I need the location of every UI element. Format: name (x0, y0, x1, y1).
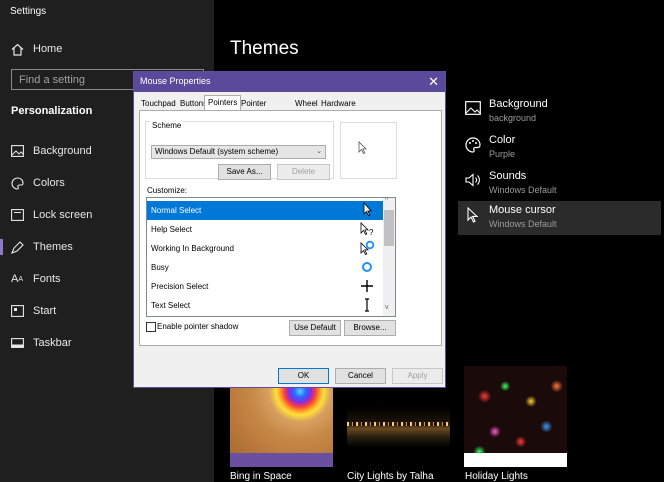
option-subtitle: Windows Default (489, 219, 557, 229)
start-icon (10, 304, 24, 318)
nav-home-label: Home (33, 43, 63, 55)
palette-icon (465, 137, 481, 153)
customize-label: Customize: (147, 186, 188, 195)
list-item-label: Working In Background (151, 244, 235, 253)
home-icon (10, 42, 24, 56)
list-item[interactable]: Help Select ? (147, 220, 383, 239)
page-title: Themes (230, 38, 299, 59)
option-title: Background (489, 98, 548, 110)
themes-icon (10, 240, 24, 254)
sidebar-item-label: Lock screen (33, 209, 93, 221)
image-icon (10, 144, 24, 158)
section-title: Personalization (11, 105, 93, 117)
tab-pointers[interactable]: Pointers (204, 95, 242, 110)
list-item-label: Normal Select (151, 206, 202, 215)
arrow-cursor-icon (363, 202, 372, 217)
option-subtitle: Purple (489, 149, 516, 159)
list-item[interactable]: Precision Select (147, 277, 383, 296)
option-title: Sounds (489, 170, 527, 182)
cancel-button[interactable]: Cancel (335, 368, 386, 384)
scrollbar-thumb[interactable] (384, 210, 394, 246)
theme-thumbnail-holiday-lights[interactable] (464, 366, 567, 467)
app-title: Settings (10, 6, 47, 17)
sidebar-item-label: Background (33, 145, 92, 157)
close-icon[interactable]: ✕ (428, 74, 439, 90)
list-item-label: Help Select (151, 225, 192, 234)
theme-label: City Lights by Talha (347, 471, 434, 482)
chevron-down-icon: ⌄ (316, 148, 322, 155)
save-as-button[interactable]: Save As... (218, 164, 271, 180)
apply-button[interactable]: Apply (392, 368, 443, 384)
theme-color-bar (347, 453, 450, 467)
scheme-label: Scheme (150, 121, 184, 130)
sidebar-item-label: Fonts (33, 273, 61, 285)
pointer-shadow-checkbox[interactable] (146, 322, 156, 332)
search-placeholder: Find a setting (19, 74, 86, 86)
option-title: Color (489, 134, 516, 146)
help-cursor-icon: ? (360, 222, 374, 237)
list-item[interactable]: Normal Select (147, 201, 383, 220)
taskbar-icon (10, 336, 24, 350)
svg-text:?: ? (369, 228, 374, 237)
crosshair-icon (361, 280, 373, 292)
scheme-select[interactable]: Windows Default (system scheme) ⌄ (151, 145, 326, 159)
list-item-label: Precision Select (151, 282, 209, 291)
delete-button[interactable]: Delete (277, 164, 330, 180)
tab-pointer-options[interactable]: Pointer Options (238, 97, 272, 121)
nav-home[interactable]: Home (0, 36, 214, 62)
scheme-group: Scheme Windows Default (system scheme) ⌄… (145, 121, 334, 180)
list-item-label: Busy (151, 263, 169, 272)
list-item[interactable]: Busy (147, 258, 383, 277)
list-scrollbar[interactable]: ^ v (383, 198, 395, 316)
scheme-value: Windows Default (system scheme) (155, 147, 279, 156)
option-title: Mouse cursor (489, 204, 556, 216)
scroll-up-icon[interactable]: ^ (385, 198, 388, 204)
palette-icon (10, 176, 24, 190)
tab-wheel[interactable]: Wheel (292, 97, 321, 110)
pointer-shadow-label: Enable pointer shadow (157, 322, 239, 331)
theme-label: Holiday Lights (465, 471, 528, 482)
use-default-button[interactable]: Use Default (289, 320, 341, 336)
theme-option-color[interactable]: Color Purple (458, 131, 661, 165)
scroll-down-icon[interactable]: v (385, 304, 389, 311)
speaker-icon (465, 173, 481, 189)
browse-button[interactable]: Browse... (344, 320, 396, 336)
fonts-icon: AA (10, 273, 23, 285)
lock-screen-icon (10, 208, 24, 222)
theme-color-bar (464, 453, 567, 467)
sidebar-item-label: Themes (33, 241, 73, 253)
option-subtitle: background (489, 113, 537, 123)
theme-option-mouse-cursor[interactable]: Mouse cursor Windows Default (458, 201, 661, 235)
pointer-list[interactable]: Normal Select Help Select ? Working In B… (146, 197, 396, 317)
theme-color-bar (230, 453, 333, 467)
theme-label: Bing in Space (230, 471, 292, 482)
list-item[interactable]: Working In Background (147, 239, 383, 258)
theme-option-background[interactable]: Background background (458, 95, 661, 129)
tab-hardware[interactable]: Hardware (318, 97, 359, 110)
option-subtitle: Windows Default (489, 185, 557, 195)
arrow-cursor-icon (358, 141, 367, 155)
busy-cursor-icon (362, 262, 372, 272)
cursor-preview (340, 122, 397, 179)
cursor-icon (465, 206, 481, 223)
list-item-label: Text Select (151, 301, 191, 310)
mouse-properties-dialog: Mouse Properties ✕ Touchpad Buttons Poin… (133, 71, 446, 388)
theme-option-sounds[interactable]: Sounds Windows Default (458, 167, 661, 201)
working-cursor-icon (360, 240, 375, 256)
dialog-titlebar[interactable]: Mouse Properties ✕ (134, 72, 445, 92)
text-cursor-icon (365, 298, 369, 312)
list-item[interactable]: Text Select (147, 296, 383, 315)
sidebar-item-label: Colors (33, 177, 65, 189)
sidebar-item-label: Start (33, 305, 57, 317)
tab-touchpad[interactable]: Touchpad (138, 97, 179, 110)
image-icon (465, 101, 481, 117)
sidebar-item-label: Taskbar (33, 337, 72, 349)
dialog-title: Mouse Properties (140, 76, 211, 86)
ok-button[interactable]: OK (278, 368, 329, 384)
